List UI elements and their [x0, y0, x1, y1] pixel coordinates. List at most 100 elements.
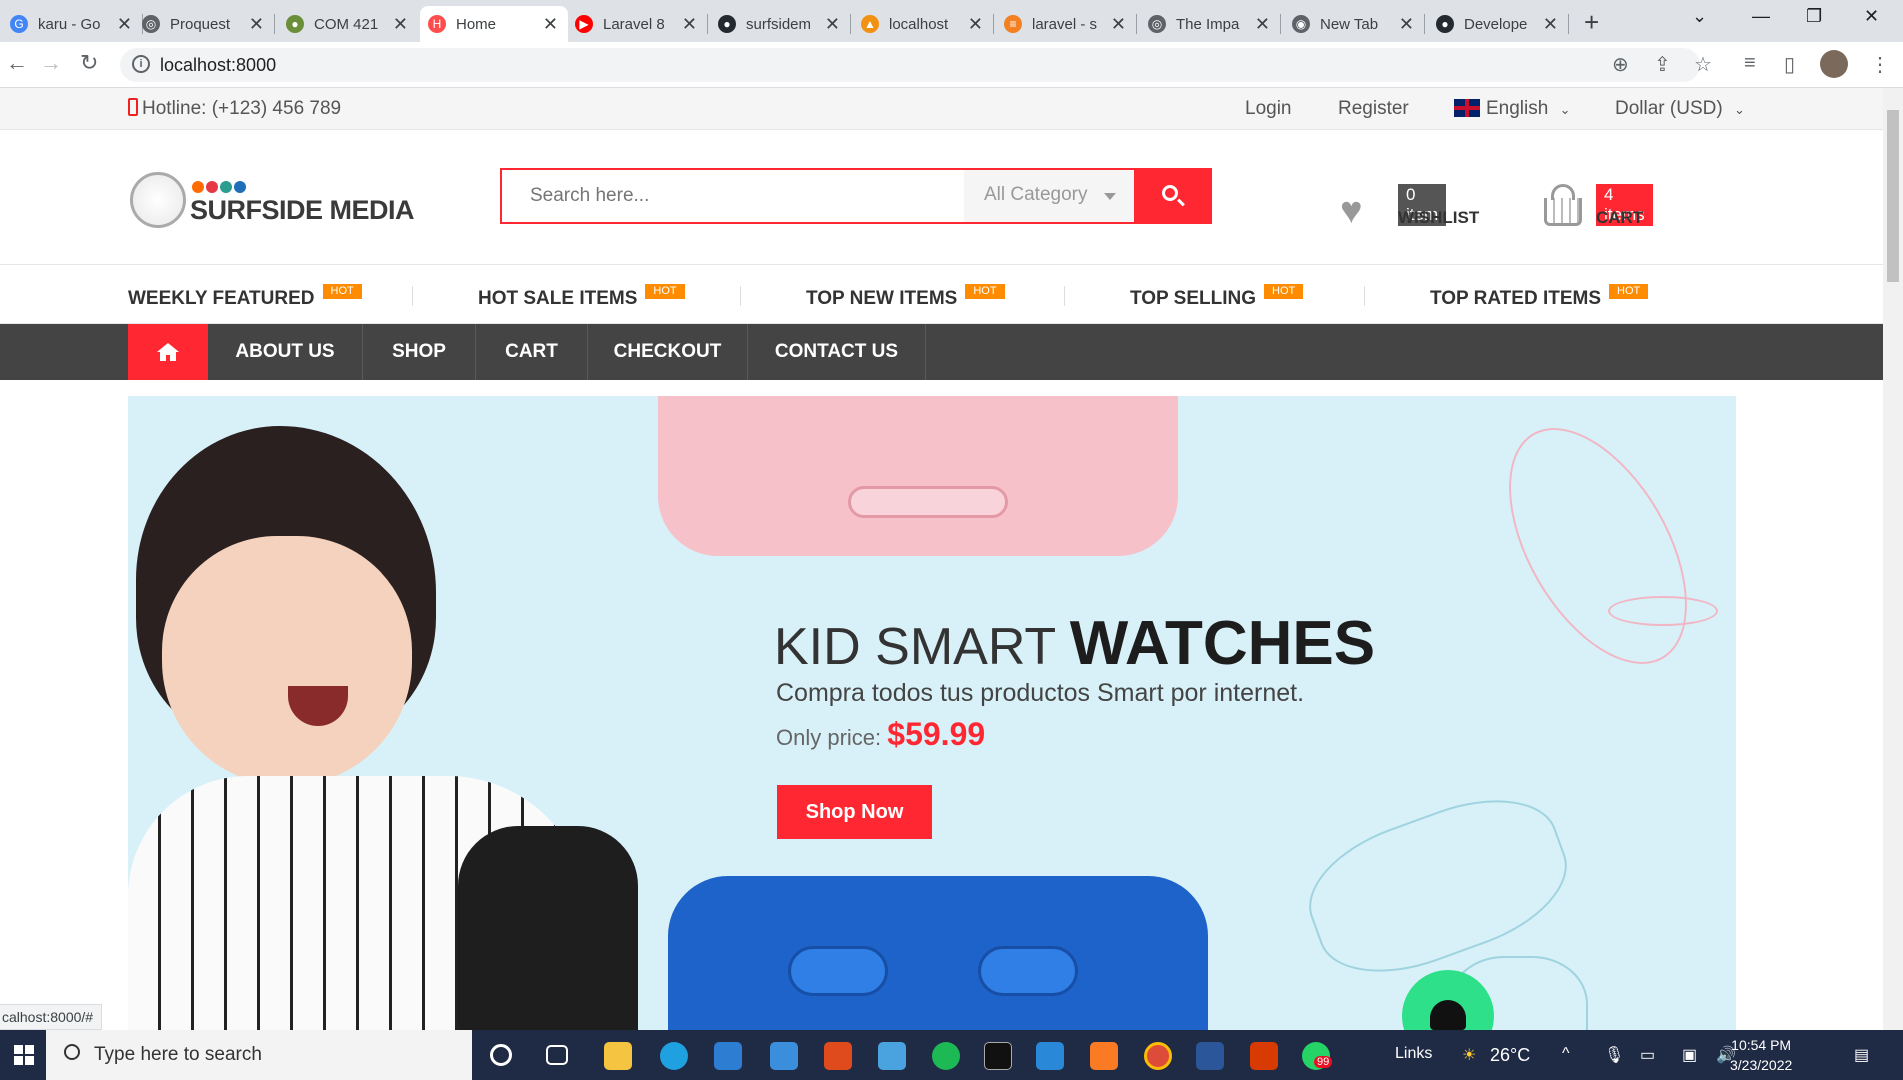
search-button[interactable]	[1134, 170, 1210, 222]
share-icon[interactable]: ⇪	[1654, 52, 1671, 77]
site-info-icon[interactable]: i	[132, 55, 150, 73]
reload-icon[interactable]: ↻	[80, 50, 98, 76]
microphone-icon[interactable]: 🎙	[1604, 1045, 1624, 1065]
tab-separator	[707, 14, 708, 34]
browser-tab[interactable]: Gkaru - Go ✕	[2, 6, 142, 42]
minimize-icon[interactable]: —	[1752, 6, 1770, 27]
tab-close-icon[interactable]: ✕	[1111, 14, 1126, 35]
register-link[interactable]: Register	[1338, 98, 1409, 120]
login-link[interactable]: Login	[1245, 98, 1292, 120]
browser-tab[interactable]: H Home ✕	[420, 6, 568, 42]
xampp-icon[interactable]	[1090, 1042, 1118, 1070]
basket-handle	[1551, 184, 1575, 200]
search-input[interactable]	[502, 170, 962, 222]
profile-avatar[interactable]	[1820, 50, 1848, 78]
network-icon[interactable]: ▭	[1640, 1045, 1655, 1065]
edge-icon[interactable]	[660, 1042, 688, 1070]
browser-tab-strip: Gkaru - Go ✕ ◎ Proquest ✕ ● COM 421 ✕ H Home ✕ ▶ Lar…	[0, 0, 1903, 42]
weather-icon[interactable]: ☀	[1462, 1045, 1476, 1065]
browser-tab[interactable]: ◉ New Tab ✕	[1284, 6, 1424, 42]
nav-item[interactable]: CONTACT US	[748, 324, 926, 380]
docker-icon[interactable]	[878, 1042, 906, 1070]
taskbar-clock[interactable]: 10:54 PM 3/23/2022	[1730, 1035, 1792, 1075]
zoom-icon[interactable]: ⊕	[1612, 52, 1629, 77]
browser-tab[interactable]: ▶ Laravel 8 ✕	[567, 6, 707, 42]
language-select[interactable]: English ⌄	[1454, 98, 1571, 120]
chevron-down-icon: ⌄	[1733, 102, 1745, 117]
word-icon[interactable]	[1196, 1042, 1224, 1070]
home-button[interactable]	[128, 324, 208, 380]
tab-title: New Tab	[1320, 15, 1379, 33]
meet-now-icon[interactable]: ▣	[1682, 1045, 1697, 1065]
browser-tab[interactable]: ● Develope ✕	[1428, 6, 1568, 42]
task-view-icon[interactable]	[546, 1045, 568, 1065]
tab-close-icon[interactable]: ✕	[393, 14, 408, 35]
side-panel-icon[interactable]: ▯	[1784, 52, 1795, 77]
tab-close-icon[interactable]: ✕	[1399, 14, 1414, 35]
back-icon[interactable]: ←	[6, 50, 28, 76]
tab-favicon-icon: G	[10, 15, 28, 33]
tray-chevron-up-icon[interactable]: ^	[1562, 1045, 1570, 1063]
tab-close-icon[interactable]: ✕	[249, 14, 264, 35]
hot-badge: HOT	[645, 284, 685, 299]
nav-item[interactable]: CART	[476, 324, 588, 380]
tab-close-icon[interactable]: ✕	[543, 14, 558, 35]
notifications-icon[interactable]: ▤	[1854, 1045, 1869, 1065]
browser-tab[interactable]: ◎ Proquest ✕	[134, 6, 274, 42]
office-icon[interactable]	[824, 1042, 852, 1070]
menu-kebab-icon[interactable]: ⋮	[1870, 52, 1890, 77]
tab-close-icon[interactable]: ✕	[968, 14, 983, 35]
category-divider	[740, 286, 741, 306]
tab-title: Home	[456, 15, 497, 33]
shop-now-button[interactable]: Shop Now	[777, 785, 932, 839]
taskbar-search[interactable]: Type here to search	[46, 1030, 472, 1080]
category-link[interactable]: HOT SALE ITEMS HOT	[478, 284, 685, 310]
browser-tab[interactable]: ≡ laravel - s ✕	[996, 6, 1136, 42]
weather-temp[interactable]: 26°C	[1490, 1045, 1530, 1066]
vscode-icon[interactable]	[1036, 1042, 1064, 1070]
site-logo[interactable]: SURFSIDE MEDIA	[130, 170, 415, 230]
tab-search-icon[interactable]: ⌄	[1692, 6, 1707, 27]
windows-start-icon[interactable]	[14, 1045, 34, 1065]
chrome-icon[interactable]	[1144, 1042, 1172, 1070]
browser-tab[interactable]: ● surfsidem ✕	[710, 6, 850, 42]
clock-time: 10:54 PM	[1731, 1037, 1792, 1053]
nav-item[interactable]: SHOP	[363, 324, 476, 380]
file-explorer-icon[interactable]	[604, 1042, 632, 1070]
page-scrollbar[interactable]	[1883, 88, 1903, 1030]
tab-separator	[850, 14, 851, 34]
category-select[interactable]: All Category	[964, 170, 1134, 222]
tab-close-icon[interactable]: ✕	[1543, 14, 1558, 35]
address-bar[interactable]: i localhost:8000	[120, 48, 1700, 82]
store-icon[interactable]	[714, 1042, 742, 1070]
price-label: Only price:	[776, 725, 882, 750]
tab-close-icon[interactable]: ✕	[117, 14, 132, 35]
category-link[interactable]: TOP NEW ITEMS HOT	[806, 284, 1005, 310]
terminal-icon[interactable]	[984, 1042, 1012, 1070]
url-text[interactable]: localhost:8000	[160, 55, 276, 76]
mail-icon[interactable]	[770, 1042, 798, 1070]
scrollbar-thumb[interactable]	[1887, 110, 1899, 282]
reading-list-icon[interactable]: ≡	[1744, 52, 1756, 75]
tab-close-icon[interactable]: ✕	[682, 14, 697, 35]
office-app-icon[interactable]	[1250, 1042, 1278, 1070]
bookmark-star-icon[interactable]: ☆	[1694, 52, 1712, 77]
tab-close-icon[interactable]: ✕	[1255, 14, 1270, 35]
forward-icon[interactable]: →	[40, 50, 62, 76]
close-window-icon[interactable]: ✕	[1864, 6, 1879, 27]
currency-select[interactable]: Dollar (USD) ⌄	[1615, 98, 1745, 120]
new-tab-button[interactable]: +	[1584, 7, 1599, 38]
spotify-icon[interactable]	[932, 1042, 960, 1070]
category-link[interactable]: TOP RATED ITEMS HOT	[1430, 284, 1649, 310]
tab-close-icon[interactable]: ✕	[825, 14, 840, 35]
browser-tab[interactable]: ▲ localhost ✕	[853, 6, 993, 42]
browser-tab[interactable]: ◎ The Impa ✕	[1140, 6, 1280, 42]
nav-item[interactable]: ABOUT US	[208, 324, 363, 380]
restore-icon[interactable]: ❐	[1806, 6, 1822, 27]
links-toolbar[interactable]: Links	[1395, 1045, 1432, 1063]
category-link[interactable]: WEEKLY FEATURED HOT	[128, 284, 362, 310]
browser-tab[interactable]: ● COM 421 ✕	[278, 6, 418, 42]
cortana-icon[interactable]	[490, 1044, 512, 1066]
nav-item[interactable]: CHECKOUT	[588, 324, 748, 380]
category-link[interactable]: TOP SELLING HOT	[1130, 284, 1304, 310]
